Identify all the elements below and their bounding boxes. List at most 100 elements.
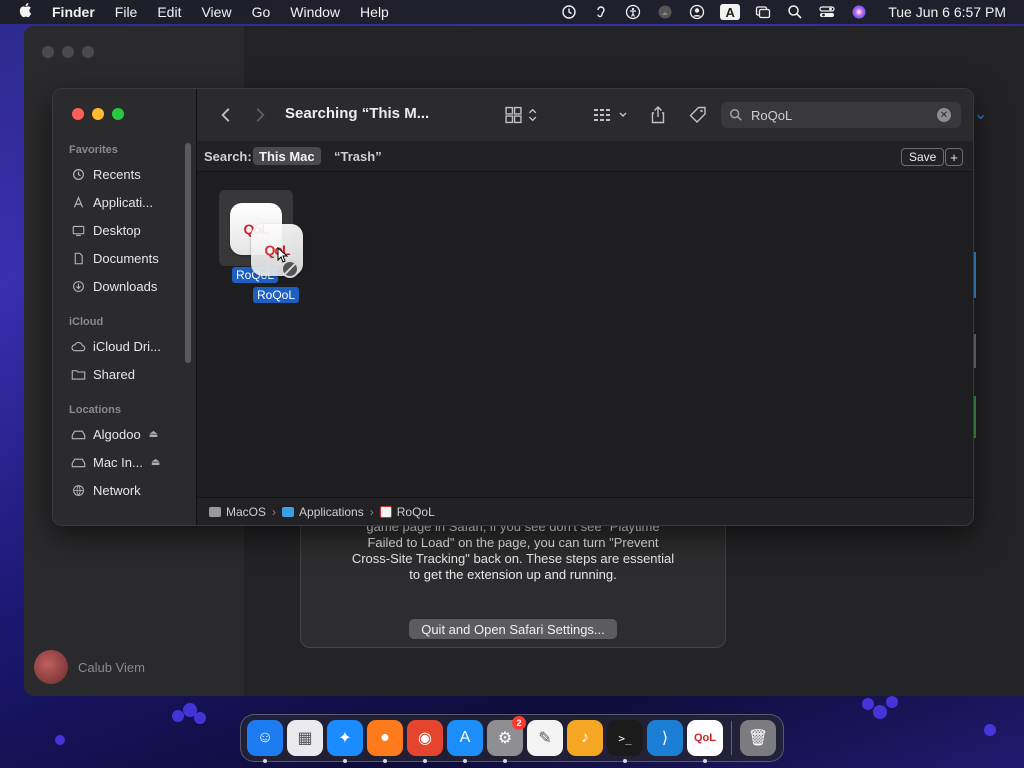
menu-file[interactable]: File: [115, 4, 138, 20]
search-results-area[interactable]: QoL RoQoL QoL RoQoL: [197, 172, 973, 497]
clear-search-icon[interactable]: ✕: [937, 108, 951, 122]
dock-chrome-icon[interactable]: ◉: [407, 720, 443, 763]
airplay-icon[interactable]: [656, 3, 674, 21]
sidebar-item-label: Documents: [93, 250, 159, 266]
sidebar-item-icloud-drive[interactable]: iCloud Dri...: [69, 335, 187, 357]
dock-app-store-icon[interactable]: A: [447, 720, 483, 763]
siri-icon[interactable]: [850, 3, 868, 21]
dock-terminal-icon[interactable]: >_: [607, 720, 643, 763]
dock-garageband-glyph: ♪: [581, 729, 589, 746]
group-by-button[interactable]: [593, 103, 629, 127]
sidebar-item-applications[interactable]: Applicati...: [69, 191, 187, 213]
dialog-line: to get the extension up and running.: [409, 567, 617, 582]
search-input[interactable]: [749, 106, 933, 124]
dock-launchpad-icon[interactable]: ▦: [287, 720, 323, 756]
dialog-line: Cross-Site Tracking" back on. These step…: [351, 551, 675, 566]
zoom-button[interactable]: [112, 108, 124, 120]
eject-icon[interactable]: ⏏: [149, 429, 158, 440]
path-segment-applications[interactable]: Applications: [282, 505, 364, 519]
spotlight-icon[interactable]: [786, 3, 804, 21]
dock-system-settings-icon[interactable]: ⚙ 2: [487, 716, 526, 763]
view-mode-button[interactable]: [505, 103, 539, 127]
clock-icon: [69, 167, 87, 181]
path-segment-label: RoQoL: [396, 505, 435, 519]
dock-system-settings-glyph: ⚙: [497, 730, 513, 747]
dock-roqol-icon[interactable]: QoL: [687, 720, 723, 763]
dialog-line: Failed to Load" on the page, you can tur…: [367, 535, 659, 550]
quit-open-safari-settings-button[interactable]: Quit and Open Safari Settings...: [409, 619, 617, 639]
control-center-icon[interactable]: [818, 3, 836, 21]
dock-trash-icon[interactable]: 🗑: [740, 720, 776, 756]
sidebar-item-downloads[interactable]: Downloads: [69, 275, 187, 297]
keyboard-input-icon[interactable]: A: [720, 4, 741, 20]
sidebar-item-algodoo[interactable]: Algodoo ⏏: [69, 423, 187, 445]
back-button[interactable]: [217, 103, 235, 127]
sidebar-item-recents[interactable]: Recents: [69, 163, 187, 185]
sidebar-item-mac-installer[interactable]: Mac In... ⏏: [69, 451, 187, 473]
sidebar-item-label: Network: [93, 482, 141, 498]
save-search-button[interactable]: Save: [901, 148, 945, 166]
inactive-zoom-button[interactable]: [82, 46, 94, 58]
running-indicator: [503, 759, 507, 763]
drag-preview-label: RoQoL: [253, 287, 300, 303]
sidebar-item-desktop[interactable]: Desktop: [69, 219, 187, 241]
eject-icon[interactable]: ⏏: [151, 457, 160, 468]
menu-view[interactable]: View: [201, 4, 231, 20]
user-icon[interactable]: [688, 3, 706, 21]
user-name: Calub Viem: [78, 659, 145, 675]
minimize-button[interactable]: [92, 108, 104, 120]
path-segment-macos[interactable]: MacOS: [209, 505, 266, 519]
menu-go[interactable]: Go: [252, 4, 271, 20]
inactive-close-button[interactable]: [42, 46, 54, 58]
applications-icon: [69, 195, 87, 209]
user-profile[interactable]: Calub Viem: [34, 650, 145, 684]
accessibility-icon[interactable]: [624, 3, 642, 21]
inactive-minimize-button[interactable]: [62, 46, 74, 58]
cloud-icon: [69, 339, 87, 353]
roqol-app-icon: [379, 506, 392, 518]
add-criteria-button[interactable]: +: [945, 148, 963, 166]
forward-button[interactable]: [251, 103, 269, 127]
close-button[interactable]: [72, 108, 84, 120]
screen-mirroring-icon[interactable]: [754, 3, 772, 21]
window-title: Searching “This M...: [285, 105, 430, 122]
background-window-controls: [42, 46, 94, 58]
apple-menu-icon[interactable]: [18, 2, 36, 22]
sidebar-item-shared[interactable]: Shared: [69, 363, 187, 385]
dock-textedit-icon[interactable]: ✎: [527, 720, 563, 756]
dock-vscode-icon[interactable]: ⟩: [647, 720, 683, 756]
menu-app-name[interactable]: Finder: [52, 4, 95, 20]
dock-textedit-glyph: ✎: [538, 730, 552, 747]
scope-trash[interactable]: “Trash”: [328, 147, 388, 165]
chevron-down-icon[interactable]: ⌄: [974, 104, 987, 124]
folder-icon: [282, 507, 295, 517]
time-machine-icon[interactable]: [560, 3, 578, 21]
tag-icon[interactable]: [689, 103, 707, 127]
dock-safari-glyph: ✦: [338, 730, 352, 747]
path-segment-roqol[interactable]: RoQoL: [379, 505, 435, 519]
dock-vscode-glyph: ⟩: [661, 730, 669, 747]
menu-help[interactable]: Help: [360, 4, 389, 20]
finder-sidebar: Favorites Recents Applicati... Desktop D…: [53, 89, 197, 525]
dock-safari-icon[interactable]: ✦: [327, 720, 363, 763]
hearing-icon[interactable]: [592, 3, 610, 21]
sidebar-item-label: Algodoo: [93, 426, 141, 442]
scope-this-mac[interactable]: This Mac: [253, 147, 321, 165]
sidebar-scrollbar[interactable]: [185, 143, 191, 363]
download-icon: [69, 279, 87, 293]
menu-window[interactable]: Window: [290, 4, 340, 20]
menu-bar-status-area: A Tue Jun 6 6:57 PM: [560, 0, 1006, 24]
desktop-icon: [69, 223, 87, 237]
avatar: [34, 650, 68, 684]
sidebar-item-network[interactable]: Network: [69, 479, 187, 501]
dock-garageband-icon[interactable]: ♪: [567, 720, 603, 756]
dock-firefox-icon[interactable]: ●: [367, 720, 403, 763]
menu-bar-clock[interactable]: Tue Jun 6 6:57 PM: [888, 4, 1006, 20]
menu-edit[interactable]: Edit: [157, 4, 181, 20]
dock-finder-icon[interactable]: ☺: [247, 720, 283, 763]
sidebar-item-documents[interactable]: Documents: [69, 247, 187, 269]
sidebar-item-label: iCloud Dri...: [93, 338, 161, 354]
running-indicator: [703, 759, 707, 763]
search-field[interactable]: ✕: [721, 102, 961, 128]
share-icon[interactable]: [649, 103, 667, 127]
